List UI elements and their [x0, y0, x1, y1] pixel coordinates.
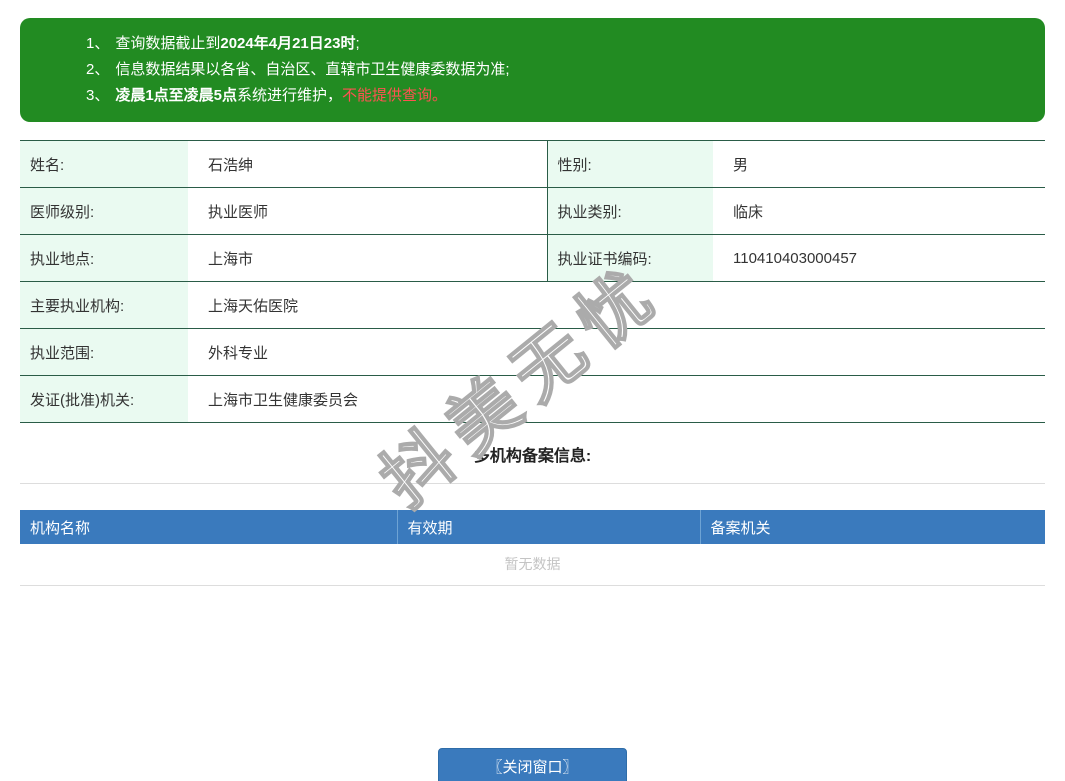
field-label-main-institution: 主要执业机构: — [20, 282, 188, 329]
multi-institution-section-title: 多机构备案信息: — [20, 423, 1045, 484]
notice-line-2-number: 2、 — [86, 61, 109, 78]
filing-table-empty-row: 暂无数据 — [20, 544, 1045, 585]
field-value-practice-scope: 外科专业 — [188, 329, 1045, 376]
field-value-name: 石浩绅 — [188, 141, 547, 188]
notice-line-3-number: 3、 — [86, 87, 109, 104]
field-label-practice-location: 执业地点: — [20, 235, 188, 282]
button-row: 〖关闭窗口〗 — [20, 748, 1045, 781]
notice-line-3-red-warning: 不能提供查询。 — [342, 87, 447, 104]
field-value-main-institution: 上海天佑医院 — [188, 282, 1045, 329]
table-row: 姓名: 石浩绅 性别: 男 — [20, 141, 1045, 188]
notice-line-3-bold-time: 凌晨1点至凌晨5点 — [115, 87, 237, 104]
notice-line-1-text: 查询数据截止到 — [115, 35, 220, 52]
field-value-certificate-number: 110410403000457 — [713, 235, 1045, 282]
notice-box: 1、查询数据截止到2024年4月21日23时; 2、信息数据结果以各省、自治区、… — [20, 18, 1045, 122]
field-label-issuing-authority: 发证(批准)机关: — [20, 376, 188, 423]
notice-line-2-text: 信息数据结果以各省、自治区、直辖市卫生健康委数据为准; — [115, 61, 509, 78]
notice-line-3-text: 系统进行维护， — [237, 87, 342, 104]
filing-table: 机构名称 有效期 备案机关 暂无数据 — [20, 510, 1045, 586]
filing-table-header-row: 机构名称 有效期 备案机关 — [20, 510, 1045, 544]
page-content: 1、查询数据截止到2024年4月21日23时; 2、信息数据结果以各省、自治区、… — [20, 18, 1045, 781]
field-label-certificate-number: 执业证书编码: — [547, 235, 713, 282]
notice-line-3: 3、凌晨1点至凌晨5点系统进行维护，不能提供查询。 — [86, 83, 1025, 109]
table-row: 发证(批准)机关: 上海市卫生健康委员会 — [20, 376, 1045, 423]
field-label-gender: 性别: — [547, 141, 713, 188]
field-value-issuing-authority: 上海市卫生健康委员会 — [188, 376, 1045, 423]
practitioner-info-table: 姓名: 石浩绅 性别: 男 医师级别: 执业医师 执业类别: 临床 执业地点: … — [20, 140, 1045, 423]
table-row: 执业范围: 外科专业 — [20, 329, 1045, 376]
field-label-practice-scope: 执业范围: — [20, 329, 188, 376]
column-header-institution-name: 机构名称 — [20, 510, 397, 544]
field-label-practice-category: 执业类别: — [547, 188, 713, 235]
table-row: 执业地点: 上海市 执业证书编码: 110410403000457 — [20, 235, 1045, 282]
notice-line-2: 2、信息数据结果以各省、自治区、直辖市卫生健康委数据为准; — [86, 57, 1025, 83]
field-value-doctor-level: 执业医师 — [188, 188, 547, 235]
table-row: 主要执业机构: 上海天佑医院 — [20, 282, 1045, 329]
table-row: 医师级别: 执业医师 执业类别: 临床 — [20, 188, 1045, 235]
field-value-practice-location: 上海市 — [188, 235, 547, 282]
field-value-practice-category: 临床 — [713, 188, 1045, 235]
field-value-gender: 男 — [713, 141, 1045, 188]
notice-line-1-punct: ; — [355, 35, 359, 52]
close-window-button[interactable]: 〖关闭窗口〗 — [438, 748, 626, 781]
notice-line-1: 1、查询数据截止到2024年4月21日23时; — [86, 31, 1025, 57]
no-data-message: 暂无数据 — [20, 544, 1045, 585]
field-label-doctor-level: 医师级别: — [20, 188, 188, 235]
field-label-name: 姓名: — [20, 141, 188, 188]
column-header-validity-period: 有效期 — [397, 510, 700, 544]
notice-line-1-bold-date: 2024年4月21日23时 — [220, 35, 355, 52]
column-header-filing-authority: 备案机关 — [700, 510, 1045, 544]
notice-line-1-number: 1、 — [86, 35, 109, 52]
